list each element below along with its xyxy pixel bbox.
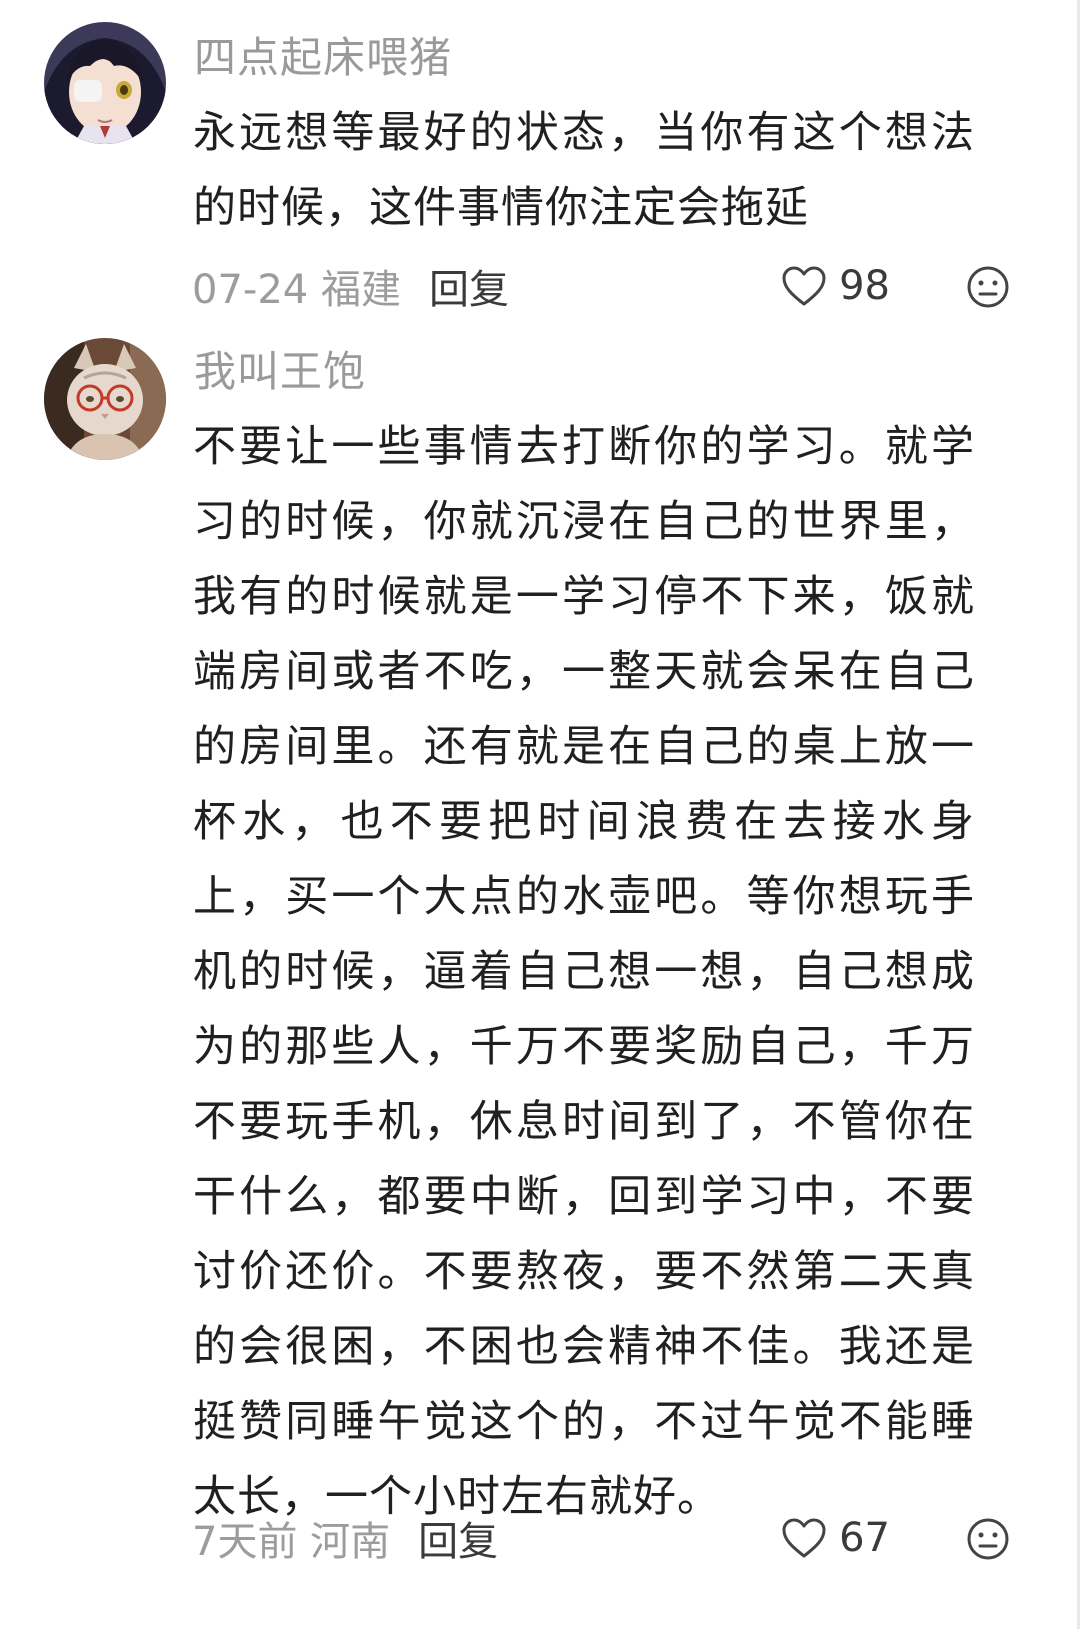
like-button[interactable]: 67 <box>781 1508 890 1568</box>
comment-meta: 07-24 福建 回复 98 <box>192 256 1012 316</box>
comment-text: 永远想等最好的状态，当你有这个想法的时候，这件事情你注定会拖延 <box>193 108 975 233</box>
comment-username[interactable]: 四点起床喂猪 <box>194 32 452 84</box>
like-button[interactable]: 98 <box>781 256 890 316</box>
reply-button[interactable]: 回复 <box>429 257 509 315</box>
neutral-face-icon[interactable] <box>966 1517 1010 1561</box>
comment-date-location: 7天前 河南 <box>192 1519 391 1565</box>
anime-girl-eyepatch-avatar-icon <box>44 22 166 144</box>
comment-date-location: 07-24 福建 <box>192 267 401 313</box>
like-count: 67 <box>839 1515 890 1561</box>
neutral-face-icon[interactable] <box>966 265 1010 309</box>
comment-username[interactable]: 我叫王饱 <box>194 346 366 398</box>
comment-text: 不要让一些事情去打断你的学习。就学习的时候，你就沉浸在自己的世界里，我有的时候就… <box>193 422 975 1522</box>
user-avatar[interactable] <box>44 22 166 144</box>
cat-with-glasses-avatar-icon <box>44 338 166 460</box>
reply-button[interactable]: 回复 <box>418 1509 498 1567</box>
heart-outline-icon <box>782 266 826 306</box>
heart-outline-icon <box>782 1518 826 1558</box>
user-avatar[interactable] <box>44 338 166 460</box>
comment-meta: 7天前 河南 回复 67 <box>192 1508 1012 1568</box>
like-count: 98 <box>839 263 890 309</box>
